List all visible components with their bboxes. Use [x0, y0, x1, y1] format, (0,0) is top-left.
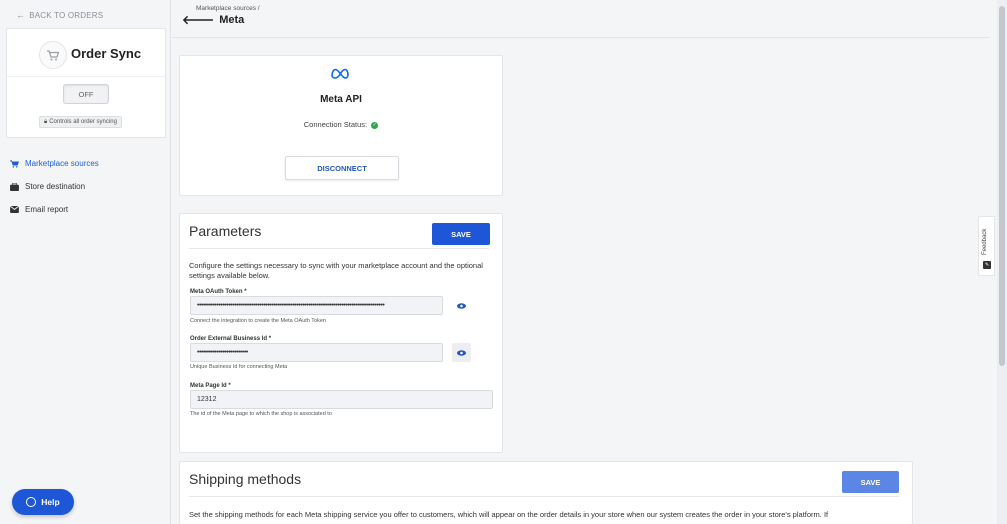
controls-note-label: Controls all order syncing	[49, 119, 117, 125]
arrow-left-icon[interactable]: 🡐	[182, 12, 214, 27]
oauth-token-label: Meta OAuth Token *	[190, 289, 247, 295]
page-title: 🡐 Meta	[182, 12, 244, 27]
envelope-icon	[10, 206, 19, 213]
chat-bubble-icon	[26, 497, 37, 507]
parameters-save-button[interactable]: SAVE	[432, 223, 490, 245]
sidebar-item-label: Marketplace sources	[25, 159, 99, 168]
oauth-token-field[interactable]: ••••••••••••••••••••••••••••••••••••••••…	[190, 296, 443, 315]
scrollbar-thumb[interactable]	[999, 6, 1005, 366]
help-button[interactable]: Help	[12, 489, 74, 515]
parameters-card: Parameters SAVE Configure the settings n…	[179, 213, 503, 453]
show-password-eye-icon[interactable]	[452, 343, 471, 362]
shipping-title: Shipping methods	[189, 471, 302, 487]
page-title-text: Meta	[219, 13, 245, 26]
divider	[189, 248, 489, 249]
business-id-label: Order External Business Id *	[190, 336, 272, 342]
integration-name: Meta API	[320, 94, 362, 105]
meta-logo-icon	[331, 68, 349, 79]
shipping-methods-card: Shipping methods SAVE Set the shipping m…	[179, 461, 913, 524]
business-id-field[interactable]: ••••••••••••••••••••••••••	[190, 343, 443, 362]
page-id-label: Meta Page Id *	[190, 383, 231, 389]
feedback-label: Feedback	[982, 228, 988, 255]
arrow-left-icon: ←	[16, 10, 26, 20]
cart-icon	[39, 41, 67, 69]
connection-status: Connection Status: ✓	[180, 120, 502, 129]
business-id-help: Unique Business Id for connecting Meta	[190, 364, 288, 370]
order-sync-header: Order Sync	[7, 29, 165, 77]
parameters-title: Parameters	[189, 223, 262, 239]
feedback-icon: ✎	[983, 261, 991, 269]
feedback-tab[interactable]: Feedback ✎	[978, 216, 995, 276]
app-title: Order Sync	[71, 46, 142, 61]
help-label: Help	[41, 497, 60, 507]
sidebar-item-email-report[interactable]: Email report	[10, 198, 99, 221]
sidebar-item-marketplace-sources[interactable]: Marketplace sources	[10, 152, 99, 175]
page-id-field[interactable]: 12312	[190, 390, 493, 409]
controls-note-badge: 🔒︎ Controls all order syncing	[39, 116, 122, 128]
oauth-token-help: Connect the integration to create the Me…	[190, 318, 326, 324]
sidebar-item-label: Store destination	[25, 182, 86, 191]
order-sync-card: Order Sync OFF 🔒︎ Controls all order syn…	[6, 28, 166, 138]
page-header: Marketplace sources / 🡐 Meta	[172, 0, 990, 38]
shipping-description: Set the shipping methods for each Meta s…	[189, 510, 829, 519]
order-sync-toggle[interactable]: OFF	[63, 84, 109, 104]
page-id-help: The id of the Meta page to which the sho…	[190, 411, 332, 417]
shipping-save-button[interactable]: SAVE	[842, 471, 899, 493]
briefcase-icon	[10, 182, 19, 191]
meta-api-card: Meta API Connection Status: ✓ DISCONNECT	[179, 55, 503, 196]
sidebar-nav: Marketplace sources Store destination Em…	[10, 152, 99, 221]
show-password-eye-icon[interactable]	[452, 296, 471, 315]
connection-status-label: Connection Status:	[303, 120, 368, 129]
breadcrumb[interactable]: Marketplace sources /	[196, 5, 260, 12]
divider	[189, 496, 899, 497]
lock-icon: 🔒︎	[44, 118, 48, 125]
check-circle-icon: ✓	[371, 121, 379, 129]
back-to-orders-link[interactable]: ← BACK TO ORDERS	[16, 10, 103, 20]
back-label: BACK TO ORDERS	[29, 10, 104, 20]
sidebar-item-label: Email report	[25, 205, 69, 214]
scrollbar[interactable]	[997, 0, 1007, 524]
parameters-description: Configure the settings necessary to sync…	[189, 261, 483, 280]
sidebar-item-store-destination[interactable]: Store destination	[10, 175, 99, 198]
sidebar: ← BACK TO ORDERS Order Sync OFF 🔒︎ Contr…	[0, 0, 171, 524]
cart-icon	[10, 159, 19, 168]
disconnect-button[interactable]: DISCONNECT	[285, 156, 399, 180]
